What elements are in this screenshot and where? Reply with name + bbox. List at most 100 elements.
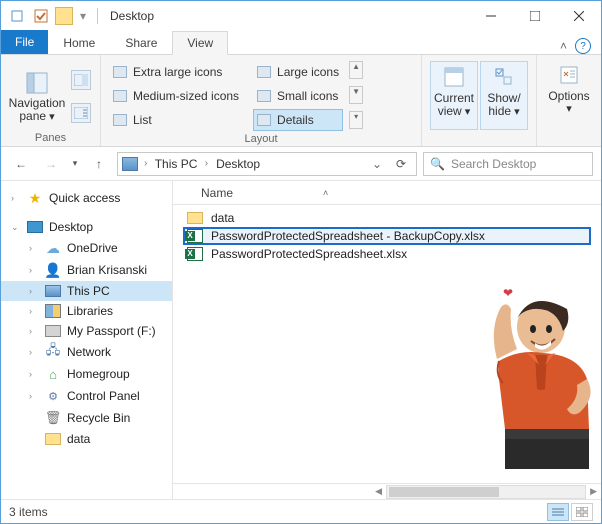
star-icon: ★: [27, 190, 43, 206]
show-hide-icon: [493, 66, 515, 88]
forward-button[interactable]: →: [39, 152, 63, 176]
current-view-button[interactable]: Current view ▾: [430, 61, 478, 130]
file-row-original[interactable]: PasswordProtectedSpreadsheet.xlsx: [183, 245, 591, 263]
details-pane-button[interactable]: [71, 103, 91, 123]
layout-scroll-up[interactable]: ▲: [349, 61, 363, 79]
desktop-icon: [27, 221, 43, 233]
cloud-icon: ☁: [45, 240, 61, 256]
pc-icon: [122, 157, 138, 171]
up-button[interactable]: ↑: [87, 152, 111, 176]
layout-medium[interactable]: Medium-sized icons: [109, 85, 243, 107]
m-icon: [113, 90, 127, 102]
address-dropdown[interactable]: ⌄: [368, 157, 386, 171]
tab-file[interactable]: File: [1, 30, 48, 54]
layout-details[interactable]: Details: [253, 109, 343, 131]
cartoon-character: ❤: [439, 279, 599, 469]
layout-extra-large[interactable]: Extra large icons: [109, 61, 243, 83]
status-item-count: 3 items: [9, 505, 48, 519]
tab-view[interactable]: View: [172, 31, 228, 55]
back-button[interactable]: ←: [9, 152, 33, 176]
libraries-icon: [45, 304, 61, 318]
drive-icon: [45, 325, 61, 337]
navigation-pane: ›★Quick access ⌄Desktop ›☁OneDrive ›👤Bri…: [1, 181, 173, 499]
nav-this-pc[interactable]: ›This PC: [1, 281, 172, 301]
titlebar-folder-icon: [55, 7, 73, 25]
search-box[interactable]: 🔍 Search Desktop: [423, 152, 593, 176]
nav-user[interactable]: ›👤Brian Krisanski: [1, 259, 172, 281]
nav-recycle-bin[interactable]: 🗑Recycle Bin: [1, 407, 172, 429]
layout-list[interactable]: List: [109, 109, 243, 131]
nav-homegroup[interactable]: ›⌂Homegroup: [1, 363, 172, 385]
titlebar: ▾ Desktop: [1, 1, 601, 31]
options-icon: [558, 64, 580, 86]
l-icon: [257, 66, 271, 78]
ribbon-tab-row: File Home Share View ˄ ?: [1, 31, 601, 55]
view-thumbnails-button[interactable]: [571, 503, 593, 521]
minimize-button[interactable]: [469, 1, 513, 31]
s-icon: [257, 90, 271, 102]
network-icon: 🖧: [45, 344, 61, 360]
layout-small[interactable]: Small icons: [253, 85, 343, 107]
scrollbar-thumb[interactable]: [389, 487, 499, 497]
search-icon: 🔍: [430, 157, 445, 171]
recycle-icon: 🗑: [45, 410, 61, 426]
folder-icon: [45, 433, 61, 445]
group-panes-label: Panes: [9, 130, 92, 144]
current-view-icon: [443, 66, 465, 88]
address-bar[interactable]: › This PC › Desktop ⌄ ⟳: [117, 152, 417, 176]
list-icon: [113, 114, 127, 126]
col-name[interactable]: Name: [201, 186, 233, 200]
qat-properties[interactable]: [7, 6, 27, 26]
explorer-window: ▾ Desktop File Home Share View ˄ ? Navig…: [0, 0, 602, 524]
maximize-button[interactable]: [513, 1, 557, 31]
ribbon: Navigation pane ▾ Panes Extra large icon…: [1, 55, 601, 147]
search-placeholder: Search Desktop: [451, 157, 536, 171]
nav-pane-label: Navigation pane: [9, 96, 66, 123]
ribbon-expand-icon[interactable]: ˄: [560, 39, 567, 53]
column-header[interactable]: Name ˄: [173, 181, 601, 205]
options-button[interactable]: Options▾: [545, 59, 593, 130]
nav-quick-access[interactable]: ›★Quick access: [1, 187, 172, 209]
nav-libraries[interactable]: ›Libraries: [1, 301, 172, 321]
control-panel-icon: ⚙: [45, 388, 61, 404]
help-icon[interactable]: ?: [575, 38, 591, 54]
refresh-button[interactable]: ⟳: [390, 157, 412, 171]
qat-checked[interactable]: [31, 6, 51, 26]
nav-network[interactable]: ›🖧Network: [1, 341, 172, 363]
address-row: ← → ▾ ↑ › This PC › Desktop ⌄ ⟳ 🔍 Search…: [1, 147, 601, 181]
group-layout-label: Layout: [109, 131, 413, 145]
layout-large[interactable]: Large icons: [253, 61, 343, 83]
status-bar: 3 items: [1, 499, 601, 523]
nav-data[interactable]: data: [1, 429, 172, 449]
nav-control-panel[interactable]: ›⚙Control Panel: [1, 385, 172, 407]
tab-share[interactable]: Share: [110, 30, 172, 54]
navigation-pane-button[interactable]: Navigation pane ▾: [9, 59, 65, 130]
content-area: Name ˄ data PasswordProtectedSpreadsheet…: [173, 181, 601, 499]
nav-onedrive[interactable]: ›☁OneDrive: [1, 237, 172, 259]
excel-icon: [187, 229, 203, 243]
sort-indicator-icon: ˄: [323, 188, 328, 198]
thispc-icon: [45, 285, 61, 297]
crumb-location[interactable]: Desktop: [214, 157, 262, 171]
details-icon: [257, 114, 271, 126]
close-button[interactable]: [557, 1, 601, 31]
qat-dropdown[interactable]: ▾: [77, 6, 89, 26]
file-list: data PasswordProtectedSpreadsheet - Back…: [173, 205, 601, 483]
layout-scroll-down[interactable]: ▼: [349, 86, 363, 104]
nav-drive[interactable]: ›My Passport (F:): [1, 321, 172, 341]
excel-icon: [187, 247, 203, 261]
tab-home[interactable]: Home: [48, 30, 110, 54]
file-row-backup[interactable]: PasswordProtectedSpreadsheet - BackupCop…: [183, 227, 591, 245]
homegroup-icon: ⌂: [45, 366, 61, 382]
file-row-folder[interactable]: data: [183, 209, 591, 227]
layout-expand[interactable]: ▾: [349, 111, 363, 129]
window-title: Desktop: [110, 9, 154, 23]
show-hide-button[interactable]: Show/ hide ▾: [480, 61, 528, 130]
horizontal-scrollbar[interactable]: ◀ ▶: [173, 483, 601, 499]
preview-pane-button[interactable]: [71, 70, 91, 90]
crumb-root[interactable]: › This PC ›: [142, 157, 210, 171]
view-details-button[interactable]: [547, 503, 569, 521]
layout-gallery[interactable]: Extra large icons Large icons Medium-siz…: [109, 59, 343, 131]
recent-locations[interactable]: ▾: [69, 152, 81, 176]
nav-desktop[interactable]: ⌄Desktop: [1, 217, 172, 237]
